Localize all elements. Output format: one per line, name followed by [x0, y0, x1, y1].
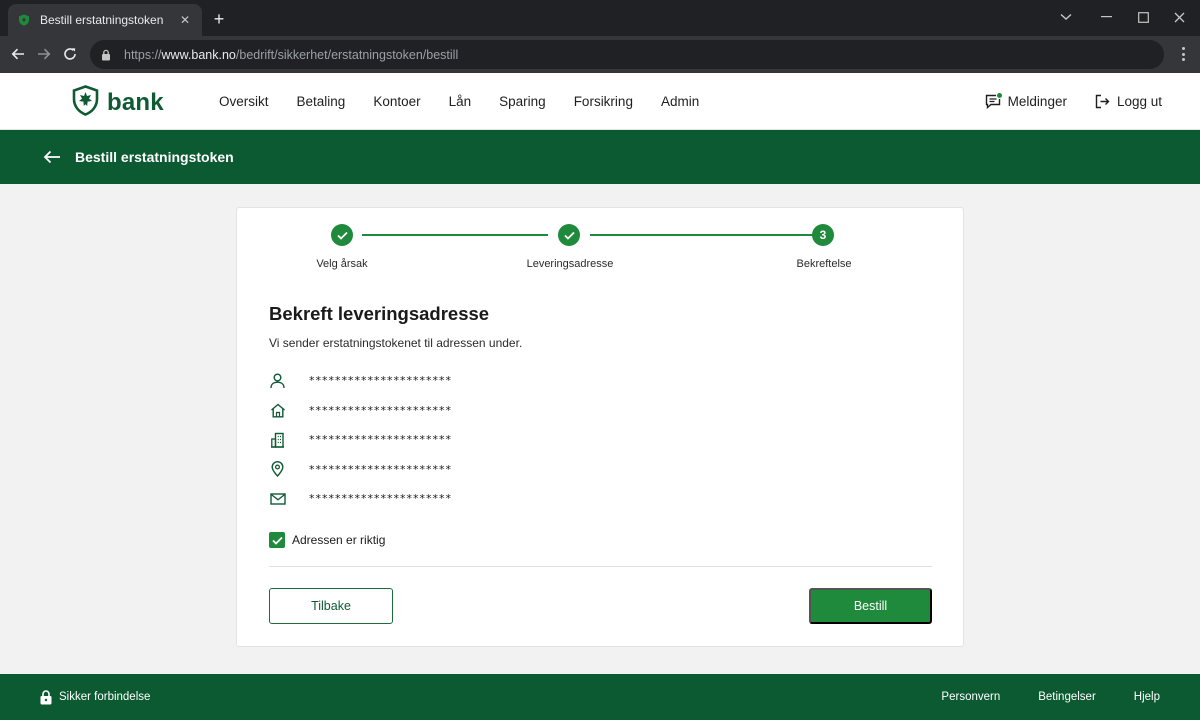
address-value: **********************	[309, 403, 452, 417]
browser-tab-title: Bestill erstatningstoken	[40, 13, 164, 27]
back-arrow-icon[interactable]	[42, 147, 62, 167]
forward-arrow-icon[interactable]	[34, 44, 54, 64]
url-scheme: https://	[124, 47, 162, 62]
browser-tab[interactable]: Bestill erstatningstoken ✕	[8, 4, 202, 36]
brand-name: bank	[107, 89, 164, 116]
message-icon	[985, 92, 1003, 109]
back-button[interactable]: Tilbake	[269, 588, 393, 624]
confirmation-card: 3 Velg årsak Leveringsadresse Bekreftels…	[236, 207, 964, 647]
address-row-postal: **********************	[269, 455, 869, 485]
shield-logo-icon	[72, 85, 99, 121]
page-title: Bestill erstatningstoken	[75, 149, 234, 165]
address-value: **********************	[309, 492, 452, 506]
shield-favicon-icon	[18, 14, 30, 26]
url-text: https://www.bank.no/bedrift/sikkerhet/er…	[124, 48, 458, 62]
step-label-leveringsadresse: Leveringsadresse	[526, 258, 614, 270]
site-footer: Sikker forbindelse Personvern Betingelse…	[0, 674, 1200, 720]
step-1-done	[331, 224, 353, 246]
address-value: **********************	[309, 433, 452, 447]
nav-item-admin[interactable]: Admin	[661, 94, 699, 109]
back-arrow-icon[interactable]	[8, 44, 28, 64]
logout-icon	[1095, 94, 1110, 109]
nav-item-sparing[interactable]: Sparing	[499, 94, 546, 109]
lock-icon	[100, 49, 112, 61]
minimize-icon[interactable]	[1098, 8, 1116, 26]
location-pin-icon	[269, 461, 286, 478]
address-row-name: **********************	[269, 366, 869, 396]
nav-item-oversikt[interactable]: Oversikt	[219, 94, 269, 109]
address-list: ********************** *****************…	[269, 366, 869, 514]
confirm-address-checkbox[interactable]: Adressen er riktig	[269, 532, 385, 548]
step-connector	[590, 234, 813, 236]
address-row-building: **********************	[269, 425, 869, 455]
chevron-down-icon[interactable]	[1057, 8, 1075, 26]
reload-icon[interactable]	[60, 44, 80, 64]
footer-link-hjelp[interactable]: Hjelp	[1134, 691, 1160, 703]
building-icon	[269, 431, 286, 448]
address-row-street: **********************	[269, 396, 869, 426]
secure-connection: Sikker forbindelse	[40, 674, 150, 720]
logout-label: Logg ut	[1116, 94, 1162, 109]
header-actions: Meldinger Logg ut	[957, 73, 1162, 130]
site-header: bank Oversikt Betaling Kontoer Lån Spari…	[0, 73, 1200, 130]
messages-label: Meldinger	[1007, 94, 1067, 109]
confirm-label: Adressen er riktig	[292, 533, 386, 547]
address-row-email: **********************	[269, 484, 869, 514]
browser-tab-bar: Bestill erstatningstoken ✕ +	[0, 0, 1200, 36]
card-title: Bekreft leveringsadresse	[269, 303, 490, 324]
url-host: www.bank.no	[161, 47, 236, 62]
mail-icon	[269, 490, 286, 507]
order-button[interactable]: Bestill	[809, 588, 932, 624]
nav-item-lan[interactable]: Lån	[449, 94, 472, 109]
address-bar[interactable]: https://www.bank.no/bedrift/sikkerhet/er…	[90, 40, 1164, 69]
secure-label: Sikker forbindelse	[59, 691, 151, 703]
messages-button[interactable]: Meldinger	[985, 92, 1067, 109]
bank-logo[interactable]: bank	[72, 85, 164, 121]
browser-toolbar: https://www.bank.no/bedrift/sikkerhet/er…	[0, 36, 1200, 73]
step-2-done	[558, 224, 580, 246]
check-icon	[336, 231, 348, 240]
check-icon	[563, 231, 575, 240]
url-path: /bedrift/sikkerhet/erstatningstoken/best…	[235, 47, 459, 62]
person-icon	[269, 372, 286, 389]
lock-icon	[40, 689, 52, 705]
logout-button[interactable]: Logg ut	[1095, 94, 1162, 109]
step-label-velg-arsak: Velg årsak	[316, 258, 368, 270]
divider	[269, 566, 932, 567]
check-icon	[271, 536, 283, 545]
notification-dot	[995, 92, 1003, 99]
footer-link-personvern[interactable]: Personvern	[941, 691, 1000, 703]
new-tab-button[interactable]: +	[210, 8, 228, 30]
address-value: **********************	[309, 462, 452, 476]
step-connector	[362, 234, 548, 236]
stepper: 3 Velg årsak Leveringsadresse Bekreftels…	[237, 208, 965, 288]
card-description: Vi sender erstatningstokenet til adresse…	[269, 336, 523, 350]
maximize-icon[interactable]	[1134, 8, 1152, 26]
step-label-bekreftelse: Bekreftelse	[796, 258, 852, 270]
step-3-active: 3	[812, 224, 834, 246]
address-value: **********************	[309, 374, 452, 388]
checkbox-checked[interactable]	[269, 532, 285, 548]
nav-item-forsikring[interactable]: Forsikring	[574, 94, 633, 109]
browser-menu-icon[interactable]	[1176, 45, 1190, 63]
footer-link-betingelser[interactable]: Betingelser	[1038, 691, 1096, 703]
close-tab-icon[interactable]: ✕	[178, 13, 192, 27]
footer-links: Personvern Betingelser Hjelp	[903, 674, 1160, 720]
home-icon	[269, 402, 286, 419]
page-title-bar: Bestill erstatningstoken	[0, 130, 1200, 184]
nav-item-kontoer[interactable]: Kontoer	[373, 94, 420, 109]
nav-item-betaling[interactable]: Betaling	[297, 94, 346, 109]
main-navigation: Oversikt Betaling Kontoer Lån Sparing Fo…	[219, 73, 727, 130]
close-window-icon[interactable]	[1170, 8, 1188, 26]
